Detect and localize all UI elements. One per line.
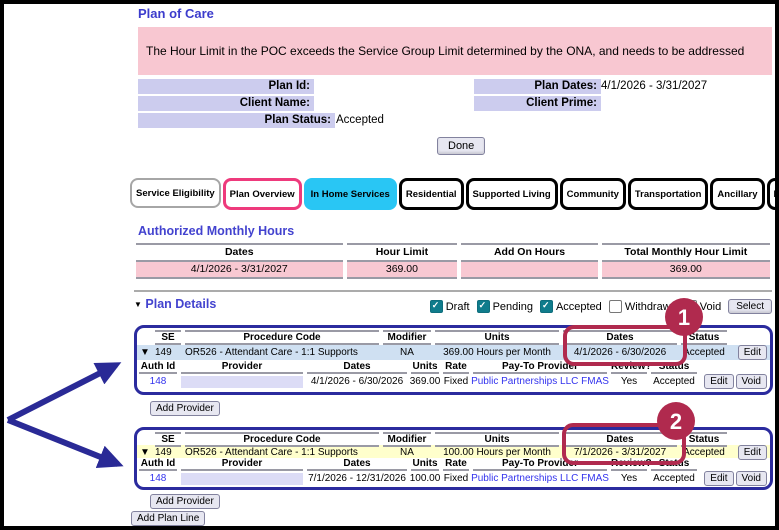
auth-id-link[interactable]: 148 [137,376,179,387]
amh-title: Authorized Monthly Hours [138,224,295,238]
pay-to-provider-link[interactable]: Public Partnerships LLC FMAS [471,376,609,387]
provider-header-row: Auth Id Provider Dates Units Rate Pay-To… [137,360,770,374]
status: Accepted [683,447,725,458]
plan-id-label: Plan Id: [138,79,314,94]
amh-hour-limit: 369.00 [346,262,458,279]
callout-arrow-to-line-1 [6,362,122,423]
edit-button[interactable]: Edit [704,471,734,486]
provider-dates: 4/1/2026 - 6/30/2026 [310,376,404,387]
tab-supported-living[interactable]: Supported Living [465,178,558,210]
draft-checkbox[interactable] [429,300,443,313]
expand-icon[interactable]: ▼ [137,347,153,358]
filter-void[interactable]: Void [683,300,721,313]
amh-header-hour-limit: Hour Limit [346,243,458,262]
warning-banner: The Hour Limit in the POC exceeds the Se… [138,27,772,75]
se-value: 149 [155,347,172,358]
tab-service-eligibility[interactable]: Service Eligibility [130,178,221,208]
units: 369.00 Hours per Month [443,347,551,358]
amh-dates: 4/1/2026 - 3/31/2027 [136,262,343,279]
procedure-code: OR526 - Attendant Care - 1:1 Supports [185,447,358,458]
amh-header-total: Total Monthly Hour Limit [601,243,770,262]
provider-field [181,375,303,388]
status: Accepted [683,347,725,358]
tab-ancillary[interactable]: Ancillary [710,178,765,210]
amh-header-add-on: Add On Hours [461,243,598,262]
provider-rate: Fixed [443,376,469,387]
tab-residential[interactable]: Residential [398,178,464,210]
units: 100.00 Hours per Month [443,447,551,458]
plan-details-header: ▼ Plan Details [134,297,216,311]
tab-in-home-services[interactable]: In Home Services [303,178,397,210]
provider-header-row: Auth Id Provider Dates Units Rate Pay-To… [137,458,770,471]
provider-review: Yes [620,473,638,484]
provider-row: 148 7/1/2026 - 12/31/2026 100.00 Fixed P… [137,471,770,486]
void-button[interactable]: Void [735,374,767,389]
page-title: Plan of Care [138,6,214,21]
service-tabs: Service Eligibility Plan Overview In Hom… [130,178,779,210]
client-name-label: Client Name: [138,96,314,111]
edit-button[interactable]: Edit [737,445,767,460]
provider-units: 369.00 [409,376,441,387]
edit-button[interactable]: Edit [704,374,734,389]
amh-add-on-hours [461,262,598,279]
status-filters: Draft Pending Accepted Withdrawn Void Se… [429,299,772,314]
pending-checkbox[interactable] [476,300,490,313]
provider-rate: Fixed [443,473,469,484]
plan-status-label: Plan Status: [138,113,335,128]
plan-dates-label: Plan Dates: [474,79,601,94]
section-divider [134,290,772,292]
select-button[interactable]: Select [728,299,772,314]
tab-plan-overview[interactable]: Plan Overview [222,178,302,210]
plan-line-table-1: SE Procedure Code Modifier Units Dates S… [134,325,773,395]
filter-draft[interactable]: Draft [429,300,470,313]
provider-status: Accepted [653,376,695,387]
withdrawn-checkbox[interactable] [608,300,622,313]
provider-dates: 7/1/2026 - 12/31/2026 [308,473,406,484]
dates: 7/1/2026 - 3/31/2027 [573,447,667,458]
done-button[interactable]: Done [437,137,486,155]
plan-details-title: Plan Details [145,297,217,311]
se-value: 149 [155,447,172,458]
modifier: NA [400,447,414,458]
provider-status: Accepted [653,473,695,484]
procedure-code: OR526 - Attendant Care - 1:1 Supports [185,347,358,358]
amh-total: 369.00 [601,262,770,279]
void-button[interactable]: Void [735,471,767,486]
add-provider-button[interactable]: Add Provider [150,494,220,509]
tab-transportation[interactable]: Transportation [627,178,709,210]
accepted-checkbox[interactable] [539,300,553,313]
amh-header-dates: Dates [136,243,343,262]
edit-button[interactable]: Edit [737,345,767,360]
table-header-row: SE Procedure Code Modifier Units Dates S… [137,432,770,447]
filter-accepted[interactable]: Accepted [539,300,602,313]
filter-withdrawn[interactable]: Withdrawn [608,300,677,313]
plan-status-value: Accepted [336,114,384,126]
callout-arrow-to-line-2 [6,417,124,469]
amh-table: Dates Hour Limit Add On Hours Total Mont… [134,243,772,279]
plan-line-table-2: SE Procedure Code Modifier Units Dates S… [134,427,773,490]
add-plan-line-button[interactable]: Add Plan Line [131,511,206,526]
tab-community[interactable]: Community [559,178,626,210]
tab-legacy[interactable]: Legacy [766,178,779,210]
dates: 4/1/2026 - 6/30/2026 [573,347,667,358]
client-prime-label: Client Prime: [474,96,601,111]
provider-field [181,472,303,485]
table-header-row: SE Procedure Code Modifier Units Dates S… [137,330,770,345]
collapse-triangle-icon[interactable]: ▼ [134,300,142,309]
plan-line-row: ▼ 149 OR526 - Attendant Care - 1:1 Suppo… [137,345,770,360]
modifier: NA [400,347,414,358]
plan-dates-value: 4/1/2026 - 3/31/2027 [601,80,708,92]
plan-line-row: ▼ 149 OR526 - Attendant Care - 1:1 Suppo… [137,445,770,460]
filter-pending[interactable]: Pending [476,300,533,313]
add-provider-button[interactable]: Add Provider [150,401,220,416]
provider-units: 100.00 [409,473,441,484]
void-checkbox[interactable] [683,300,697,313]
auth-id-link[interactable]: 148 [137,473,179,484]
expand-icon[interactable]: ▼ [137,447,153,458]
warning-message: The Hour Limit in the POC exceeds the Se… [146,44,745,58]
provider-row: 148 4/1/2026 - 6/30/2026 369.00 Fixed Pu… [137,374,770,389]
provider-review: Yes [620,376,638,387]
pay-to-provider-link[interactable]: Public Partnerships LLC FMAS [471,473,609,484]
